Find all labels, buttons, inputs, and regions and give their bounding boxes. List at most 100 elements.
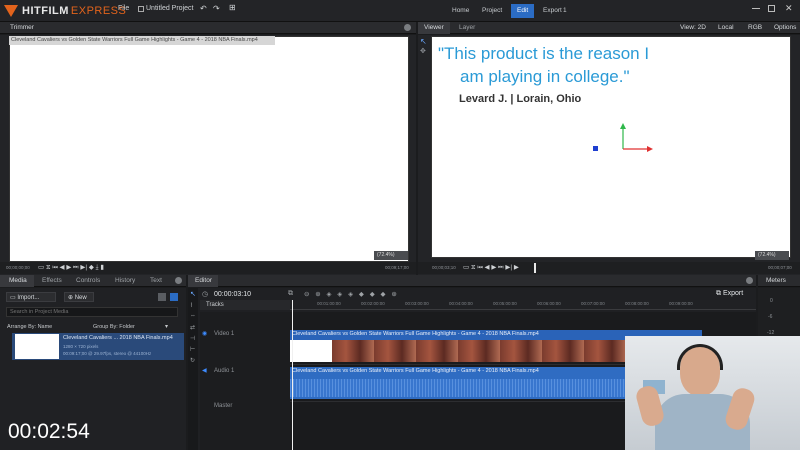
- ripple-tool-icon[interactable]: ⊣: [190, 335, 195, 342]
- media-item[interactable]: Cleveland Cavaliers ... 2018 NBA Finals.…: [12, 333, 184, 360]
- trimmer-zoom[interactable]: (72.4%): [374, 251, 408, 260]
- nav-project[interactable]: Project: [476, 4, 508, 18]
- anchor-point[interactable]: [593, 146, 598, 151]
- view-mode-select[interactable]: View: 2D: [680, 24, 706, 31]
- group-by-select[interactable]: Group By: Folder: [93, 324, 135, 330]
- video-track-name[interactable]: Video 1: [214, 331, 234, 337]
- export-icon: ⧉: [716, 290, 723, 297]
- ruler-tick: 00:03:00:00: [405, 301, 429, 306]
- new-button[interactable]: ⊕ New: [64, 292, 94, 302]
- tracks-header: Tracks: [200, 300, 290, 310]
- trimmer-title: Trimmer: [10, 24, 34, 31]
- tab-layer[interactable]: Layer: [459, 24, 475, 31]
- audio-track-name[interactable]: Audio 1: [214, 368, 234, 374]
- import-button[interactable]: ▭ Import...: [6, 292, 56, 302]
- trimmer-help-icon[interactable]: [404, 24, 411, 31]
- quote-author: Levard J. | Lorain, Ohio: [459, 93, 582, 105]
- recording-timer: 00:02:54: [8, 420, 90, 443]
- channel-select[interactable]: RGB: [748, 24, 762, 31]
- redo-icon[interactable]: ↷: [213, 4, 220, 13]
- editor-header: Editor: [188, 275, 756, 287]
- grid-icon[interactable]: ⊞: [229, 3, 236, 12]
- meter-scale-label: 0: [770, 298, 773, 304]
- plus-icon: ⊕: [68, 295, 75, 301]
- trimmer-transport-icons[interactable]: ▭ ⧖ ⏮ ◀ ▶ ⏭ ▶| ◆ ⤓ ▮: [38, 263, 104, 272]
- editor-toolbar: ↖ ⌇ ⇔ ⇄ ⊣ ⊢ ↻: [188, 288, 198, 450]
- nav-home[interactable]: Home: [446, 4, 475, 18]
- menu-bar: HITFILM EXPRESS File Untitled Project ↶ …: [0, 0, 800, 22]
- rate-tool-icon[interactable]: ↻: [190, 357, 195, 364]
- select-tool-icon[interactable]: ↖: [190, 290, 196, 298]
- logo-text-primary: HITFILM: [22, 5, 69, 17]
- ruler-tick: 00:04:00:00: [449, 301, 473, 306]
- meters-title: Meters: [766, 277, 786, 284]
- media-thumbnail: [15, 334, 59, 359]
- viewer-header: Viewer Layer View: 2D Local RGB Options: [418, 22, 800, 34]
- minimize-icon[interactable]: [752, 8, 760, 9]
- project-name[interactable]: Untitled Project: [146, 5, 193, 12]
- tab-history[interactable]: History: [115, 277, 135, 284]
- viewer-options-button[interactable]: Options: [774, 24, 796, 31]
- media-header: Media Effects Controls History Text: [0, 275, 186, 287]
- trimmer-transport: 00;00;00;00 ▭ ⧖ ⏮ ◀ ▶ ⏭ ▶| ◆ ⤓ ▮ 00;09;1…: [0, 262, 416, 274]
- viewer-timecode: 00;00;03;10: [432, 265, 456, 270]
- ruler-tick: 00:07:00:00: [581, 301, 605, 306]
- editor-timecode[interactable]: 00:00:03:10: [214, 291, 251, 298]
- file-menu[interactable]: File: [118, 5, 129, 12]
- undo-icon[interactable]: ↶: [200, 4, 207, 13]
- ruler-tick: 00:06:00:00: [537, 301, 561, 306]
- media-search-input[interactable]: [6, 307, 178, 317]
- quote-line-1: "This product is the reason I: [438, 44, 650, 63]
- meter-scale-label: -6: [768, 314, 773, 320]
- roll-tool-icon[interactable]: ⊢: [190, 346, 195, 353]
- audio-speaker-icon[interactable]: ◀: [202, 367, 207, 374]
- webcam-overlay: [625, 336, 800, 450]
- editor-title: Editor: [195, 277, 212, 284]
- group-dropdown-icon[interactable]: ▾: [165, 323, 168, 330]
- ruler-tick: 00:08:00:00: [625, 301, 649, 306]
- video-visibility-icon[interactable]: ◉: [202, 330, 207, 337]
- slice-tool-icon[interactable]: ⌇: [190, 302, 193, 309]
- snap-icon[interactable]: ⧉: [288, 290, 293, 298]
- trimmer-timecode-end: 00;09;17;00: [385, 265, 409, 270]
- viewer-transport-icons[interactable]: ▭ ⧖ ⏮ ◀ ▶ ⏭ ▶| ▶: [463, 263, 519, 272]
- tab-text[interactable]: Text: [150, 277, 162, 284]
- trimmer-header: Trimmer: [0, 22, 416, 34]
- export-button[interactable]: ⧉ Export: [716, 290, 743, 298]
- media-help-icon[interactable]: [175, 277, 182, 284]
- list-view-icon[interactable]: [158, 293, 166, 301]
- nav-edit[interactable]: Edit: [511, 4, 535, 18]
- media-item-details: 00:09:17;00 @ 29.97fps, stereo @ 44100Hz: [63, 351, 152, 356]
- tracks-label: Tracks: [206, 302, 224, 308]
- tab-viewer[interactable]: Viewer: [424, 24, 444, 31]
- tab-effects[interactable]: Effects: [42, 277, 62, 284]
- close-icon[interactable]: ✕: [785, 3, 793, 14]
- viewer-playhead[interactable]: [534, 263, 536, 273]
- timeline-tool-icons[interactable]: ⊖ ⊕ ◈ ◈ ◈ ◆ ◆ ◆ ⊕: [304, 290, 399, 298]
- slide-tool-icon[interactable]: ⇄: [190, 324, 195, 331]
- viewer-zoom[interactable]: (72.4%): [755, 251, 789, 260]
- timeline-playhead[interactable]: [292, 300, 293, 450]
- arrange-by-select[interactable]: Arrange By: Name: [7, 324, 52, 330]
- hitfilm-logo: HITFILM EXPRESS: [0, 0, 126, 22]
- master-track-name: Master: [214, 403, 233, 409]
- grid-view-icon[interactable]: [170, 293, 178, 301]
- space-select[interactable]: Local: [718, 24, 734, 31]
- trimmer-canvas[interactable]: [9, 36, 409, 262]
- pan-tool-icon[interactable]: ✥: [420, 47, 428, 57]
- slip-tool-icon[interactable]: ⇔: [190, 313, 196, 319]
- viewer-canvas[interactable]: "This product is the reason I am playing…: [431, 36, 791, 258]
- transform-gizmo-icon[interactable]: [617, 123, 657, 153]
- tab-media[interactable]: Media: [9, 277, 27, 284]
- select-tool-icon[interactable]: ↖: [420, 37, 428, 47]
- ruler-tick: 00:02:00:00: [361, 301, 385, 306]
- editor-help-icon[interactable]: [746, 277, 753, 284]
- timeline-ruler[interactable]: 00:01:00:00 00:02:00:00 00:03:00:00 00:0…: [290, 300, 756, 310]
- quote-line-2: am playing in college.": [460, 67, 630, 86]
- ruler-tick: 00:09:00:00: [669, 301, 693, 306]
- track-headers: ◉ Video 1 ◀ Audio 1 Master: [200, 312, 290, 450]
- maximize-icon[interactable]: [768, 5, 775, 12]
- tab-controls[interactable]: Controls: [76, 277, 100, 284]
- new-label: New: [74, 295, 87, 301]
- media-item-resolution: 1280 × 720 pixels: [63, 344, 99, 349]
